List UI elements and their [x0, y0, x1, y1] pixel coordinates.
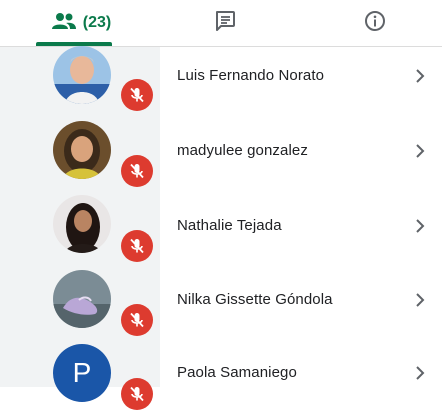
- mic-off-icon: [121, 304, 153, 336]
- avatar: [53, 195, 111, 253]
- participant-name: Paola Samaniego: [177, 364, 297, 381]
- chevron-right-icon[interactable]: [411, 217, 429, 235]
- participant-row[interactable]: Luis Fernando Norato: [0, 39, 442, 113]
- chat-icon: [214, 10, 236, 37]
- participant-count: (23): [82, 14, 112, 31]
- participant-row[interactable]: madyulee gonzalez: [0, 113, 442, 187]
- chevron-right-icon[interactable]: [411, 142, 429, 160]
- mic-off-icon: [121, 79, 153, 111]
- people-icon: [51, 12, 77, 35]
- chevron-right-icon[interactable]: [411, 291, 429, 309]
- avatar: P: [53, 344, 111, 402]
- info-icon: [364, 10, 386, 37]
- avatar: [53, 270, 111, 328]
- chevron-right-icon[interactable]: [411, 364, 429, 382]
- avatar: [53, 46, 111, 104]
- avatar-initial: P: [72, 357, 92, 388]
- participant-name: Nathalie Tejada: [177, 217, 282, 234]
- participant-name: Luis Fernando Norato: [177, 67, 325, 84]
- participant-row[interactable]: Nilka Gissette Góndola: [0, 263, 442, 337]
- chevron-right-icon[interactable]: [411, 67, 429, 85]
- participant-name: Nilka Gissette Góndola: [177, 291, 333, 308]
- participant-name: madyulee gonzalez: [177, 142, 308, 159]
- mic-off-icon: [121, 155, 153, 187]
- participant-row[interactable]: P Paola Samaniego: [0, 337, 442, 411]
- mic-off-icon: [121, 378, 153, 410]
- participant-row[interactable]: Nathalie Tejada: [0, 189, 442, 263]
- mic-off-icon: [121, 230, 153, 262]
- avatar: [53, 121, 111, 179]
